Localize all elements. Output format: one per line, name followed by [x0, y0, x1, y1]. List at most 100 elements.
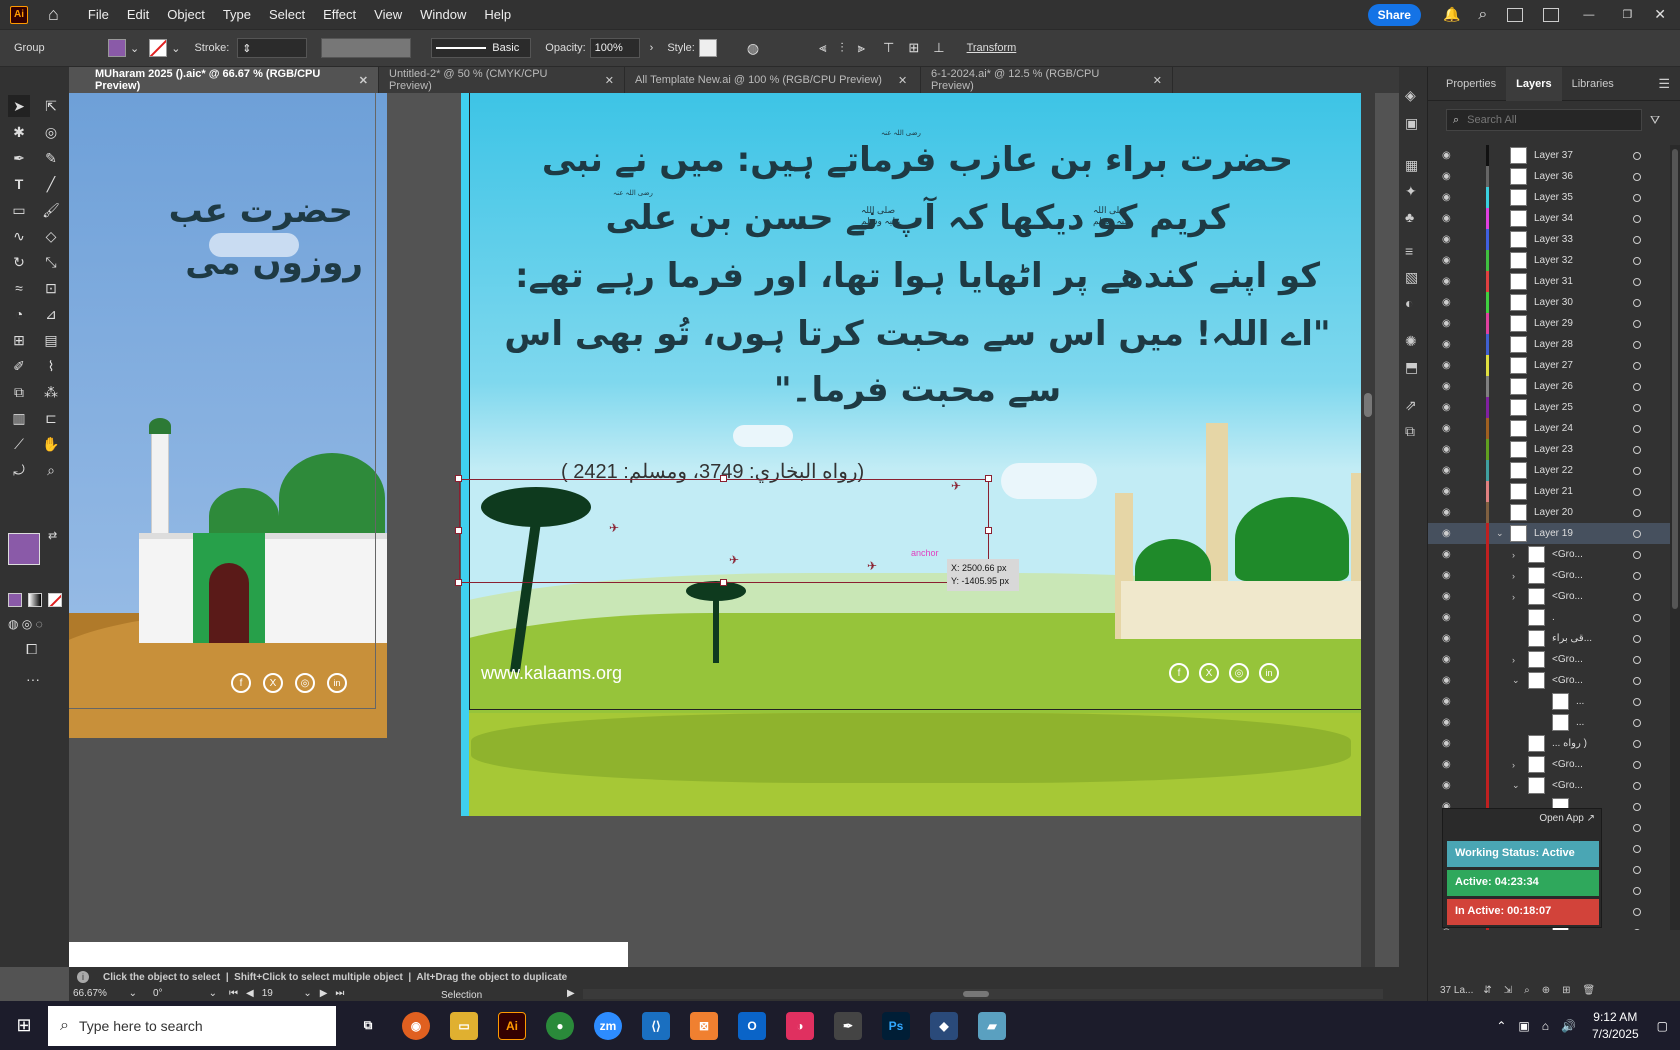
target-circle-icon[interactable]: [1633, 319, 1641, 328]
visibility-eye-icon[interactable]: ◉: [1442, 234, 1451, 245]
share-button[interactable]: Share: [1367, 3, 1421, 26]
visibility-eye-icon[interactable]: ◉: [1442, 297, 1451, 308]
layer-row[interactable]: ◉ Layer 26: [1428, 376, 1680, 397]
graphic-styles-icon[interactable]: ✺: [1405, 333, 1417, 350]
opacity-field[interactable]: 100%: [589, 38, 640, 58]
brushes-icon[interactable]: ✦: [1405, 183, 1417, 200]
layer-row[interactable]: ◉ Layer 36: [1428, 166, 1680, 187]
align-middle-icon[interactable]: ⊞: [908, 40, 919, 56]
target-circle-icon[interactable]: [1633, 865, 1641, 874]
target-circle-icon[interactable]: [1633, 424, 1641, 433]
target-circle-icon[interactable]: [1633, 361, 1641, 370]
layer-row[interactable]: ◉ Layer 32: [1428, 250, 1680, 271]
make-clipping-mask-icon[interactable]: ⇲: [1504, 985, 1512, 996]
layer-row[interactable]: ◉ Layer 25: [1428, 397, 1680, 418]
hadith-line-2[interactable]: کریم کو دیکھا کہ آپ نے حسن بن علی: [461, 197, 1374, 238]
visibility-eye-icon[interactable]: ◉: [1442, 423, 1451, 434]
zoom-app-icon[interactable]: zm: [594, 1011, 622, 1040]
gradient-mode-icon[interactable]: [28, 593, 42, 607]
layers-search-field[interactable]: ⌕ Search All: [1446, 109, 1642, 131]
align-center-icon[interactable]: ⫶: [840, 40, 843, 56]
target-circle-icon[interactable]: [1633, 550, 1641, 559]
globe-icon[interactable]: ◍: [747, 40, 759, 57]
linkedin-icon[interactable]: in: [1259, 663, 1279, 683]
target-circle-icon[interactable]: [1633, 214, 1641, 223]
layer-row[interactable]: ◉ Layer 30: [1428, 292, 1680, 313]
target-circle-icon[interactable]: [1633, 193, 1641, 202]
photoshop-icon[interactable]: Ps: [882, 1011, 910, 1040]
visibility-eye-icon[interactable]: ◉: [1442, 213, 1451, 224]
target-circle-icon[interactable]: [1633, 298, 1641, 307]
blend-tool-icon[interactable]: ⧉: [8, 381, 30, 403]
magic-wand-tool-icon[interactable]: ✱: [8, 121, 30, 143]
none-mode-icon[interactable]: [48, 593, 62, 607]
tab-libraries[interactable]: Libraries: [1562, 67, 1624, 101]
visibility-eye-icon[interactable]: ◉: [1442, 444, 1451, 455]
eraser-tool-icon[interactable]: ◇: [40, 225, 62, 247]
vertical-scrollbar[interactable]: [1361, 93, 1375, 967]
style-swatch[interactable]: [698, 39, 717, 57]
x-icon[interactable]: X: [263, 673, 283, 693]
pen-app-icon[interactable]: ✒: [834, 1011, 862, 1040]
visibility-eye-icon[interactable]: ◉: [1442, 339, 1451, 350]
draw-mode-icon[interactable]: ◍ ◎ ◌: [8, 617, 43, 631]
file-explorer-icon[interactable]: ▭: [450, 1011, 478, 1040]
sublayer-row[interactable]: ◉ › <Gro...: [1428, 649, 1680, 670]
notifications-icon[interactable]: ▢: [1657, 1019, 1668, 1033]
rectangle-tool-icon[interactable]: ▭: [8, 199, 30, 221]
last-artboard-icon[interactable]: ⏭: [335, 988, 344, 999]
rotation-field[interactable]: 0° ⌄: [153, 988, 217, 1002]
layer-row[interactable]: ◉ Layer 22: [1428, 460, 1680, 481]
visibility-eye-icon[interactable]: ◉: [1442, 528, 1451, 539]
outlook-icon[interactable]: O: [738, 1011, 766, 1040]
visibility-eye-icon[interactable]: ◉: [1442, 507, 1451, 518]
chrome-icon[interactable]: ●: [546, 1011, 574, 1040]
target-circle-icon[interactable]: [1633, 256, 1641, 265]
target-circle-icon[interactable]: [1633, 340, 1641, 349]
visibility-eye-icon[interactable]: ◉: [1442, 381, 1451, 392]
target-circle-icon[interactable]: [1633, 571, 1641, 580]
close-icon[interactable]: ✕: [1654, 6, 1666, 23]
menu-file[interactable]: File: [79, 7, 118, 22]
align-top-icon[interactable]: ⊤: [883, 40, 894, 56]
visibility-eye-icon[interactable]: ◉: [1442, 759, 1451, 770]
tab-properties[interactable]: Properties: [1436, 67, 1506, 101]
asset-export-icon[interactable]: ⬒: [1405, 359, 1418, 376]
selection-handle[interactable]: [985, 475, 992, 482]
target-circle-icon[interactable]: [1633, 466, 1641, 475]
expand-chevron-icon[interactable]: ›: [1512, 655, 1515, 665]
target-circle-icon[interactable]: [1633, 235, 1641, 244]
visibility-eye-icon[interactable]: ◉: [1442, 255, 1451, 266]
layer-row[interactable]: ◉ Layer 37: [1428, 145, 1680, 166]
expand-chevron-icon[interactable]: ⌄: [1512, 780, 1520, 791]
slice-tool-icon[interactable]: ⟋: [8, 433, 30, 455]
status-chevron-right-icon[interactable]: ▶: [567, 988, 575, 999]
close-tab-icon[interactable]: ✕: [898, 74, 907, 87]
collect-export-icon[interactable]: ⇵: [1483, 985, 1491, 996]
taskbar-search-box[interactable]: ⌕ Type here to search: [48, 1005, 336, 1046]
chevron-up-icon[interactable]: ⌃: [1496, 1019, 1506, 1033]
pen-tool-icon[interactable]: ✒: [8, 147, 30, 169]
layer-row[interactable]: ◉ Layer 35: [1428, 187, 1680, 208]
variable-width-dropdown[interactable]: [321, 38, 412, 58]
artboards-icon[interactable]: ⧉: [1405, 423, 1415, 440]
selection-bounding-box[interactable]: [459, 479, 989, 583]
target-circle-icon[interactable]: [1633, 823, 1641, 832]
tab-untitled[interactable]: Untitled-2* @ 50 % (CMYK/CPU Preview) ✕: [379, 67, 625, 93]
arrange-documents-icon[interactable]: [1507, 7, 1524, 22]
target-circle-icon[interactable]: [1633, 508, 1641, 517]
target-circle-icon[interactable]: [1633, 928, 1641, 930]
brush-dropdown[interactable]: Basic: [431, 38, 532, 58]
expand-chevron-icon[interactable]: ⌄: [1512, 675, 1520, 686]
warp-tool-icon[interactable]: ≈: [8, 277, 30, 299]
selection-handle[interactable]: [720, 475, 727, 482]
rotate-tool-icon[interactable]: ↻: [8, 251, 30, 273]
swatches-icon[interactable]: ▦: [1405, 157, 1418, 174]
chevron-down-icon[interactable]: ⌄: [130, 42, 139, 55]
notification-tray-icon[interactable]: ▣: [1518, 1019, 1529, 1033]
target-circle-icon[interactable]: [1633, 277, 1641, 286]
visibility-eye-icon[interactable]: ◉: [1442, 738, 1451, 749]
website-text[interactable]: www.kalaams.org: [481, 663, 622, 684]
scale-tool-icon[interactable]: ⤡: [40, 251, 62, 273]
selection-handle[interactable]: [455, 579, 462, 586]
